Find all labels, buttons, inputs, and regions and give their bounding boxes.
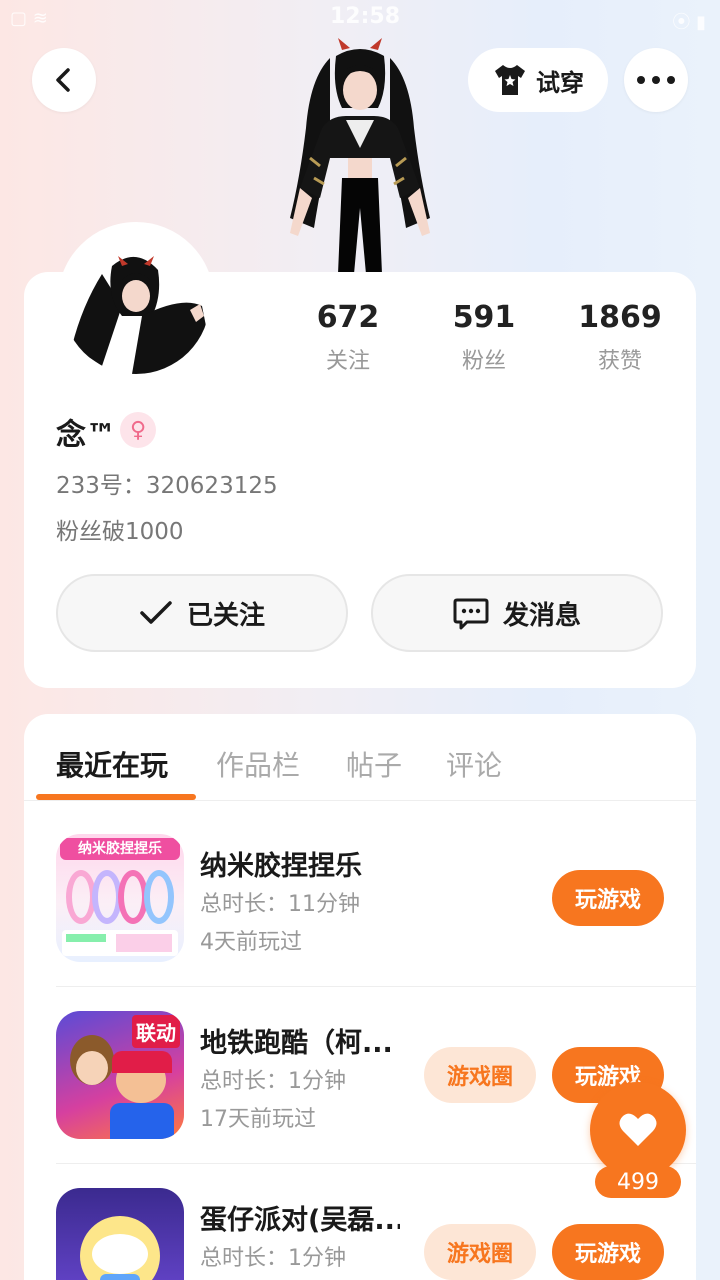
chat-bubble-icon (453, 598, 489, 630)
tab-bar: 最近在玩 作品栏 帖子 评论 (24, 744, 696, 804)
more-dots-icon (637, 76, 675, 84)
tab-posts[interactable]: 帖子 (346, 744, 402, 784)
stat-fans-value: 591 (452, 300, 516, 335)
followed-button[interactable]: 已关注 (56, 574, 348, 652)
game-name: 地铁跑酷（柯... (200, 1028, 393, 1059)
stat-following-label: 关注 (325, 349, 370, 374)
stat-following-value: 672 (316, 300, 380, 335)
game-icon-caption: 联动 (132, 1015, 180, 1048)
row-divider (56, 986, 696, 987)
play-game-button[interactable]: 玩游戏 (552, 870, 664, 926)
signal-battery-icons: ⦿ ▮ (672, 12, 706, 33)
game-icon-subway-surfers: 联动 (56, 1011, 184, 1139)
avatar-image (62, 226, 210, 374)
game-name: 蛋仔派对(吴磊... (200, 1205, 400, 1236)
shirt-icon (495, 65, 525, 95)
game-circle-button[interactable]: 游戏圈 (424, 1047, 536, 1103)
game-icon-eggy-party (56, 1188, 184, 1280)
chevron-left-icon (56, 68, 70, 92)
game-icon-nano-glue: 纳米胶捏捏乐 (56, 834, 184, 962)
send-message-button[interactable]: 发消息 (371, 574, 663, 652)
game-duration: 总时长：1分钟 (200, 1069, 346, 1094)
notification-icons: ▢ ≋ (10, 8, 48, 29)
stat-fans-label: 粉丝 (461, 349, 506, 374)
tab-works[interactable]: 作品栏 (216, 744, 300, 784)
followed-label: 已关注 (186, 600, 265, 631)
back-button[interactable] (32, 48, 96, 112)
like-button[interactable] (590, 1082, 686, 1178)
game-icon-caption: 纳米胶捏捏乐 (60, 838, 180, 860)
female-gender-icon: ♀ (120, 412, 156, 448)
like-count: 499 (595, 1166, 681, 1198)
status-bar: ▢ ≋ 12:58 ⦿ ▮ (0, 0, 720, 40)
tabs-divider (24, 800, 696, 801)
stat-likes-value: 1869 (578, 300, 662, 335)
tab-comments[interactable]: 评论 (446, 744, 502, 784)
tryon-label: 试穿 (536, 68, 584, 97)
row-divider (56, 1163, 696, 1164)
stat-following[interactable]: 672 关注 (288, 300, 408, 375)
stat-likes[interactable]: 1869 获赞 (560, 300, 680, 375)
play-game-button[interactable]: 玩游戏 (552, 1224, 664, 1280)
avatar[interactable] (58, 222, 214, 378)
stat-likes-label: 获赞 (597, 349, 642, 374)
stat-fans[interactable]: 591 粉丝 (424, 300, 544, 375)
avatar-figure-image (290, 38, 430, 274)
username: 念™ (56, 418, 116, 453)
list-item[interactable]: 纳米胶捏捏乐 纳米胶捏捏乐 总时长：11分钟 4天前玩过 玩游戏 (56, 834, 696, 984)
game-last-played: 4天前玩过 (200, 930, 302, 955)
game-last-played: 17天前玩过 (200, 1107, 316, 1132)
user-signature: 粉丝破1000 (56, 519, 184, 545)
game-duration: 总时长：1分钟 (200, 1246, 346, 1271)
tab-recently-played[interactable]: 最近在玩 (56, 744, 168, 784)
game-name: 纳米胶捏捏乐 (200, 851, 362, 882)
user-id: 233号：320623125 (56, 473, 278, 499)
heart-icon (619, 1113, 657, 1146)
tryon-button[interactable]: 试穿 (468, 48, 608, 112)
status-time: 12:58 (330, 4, 401, 29)
content-card: 最近在玩 作品栏 帖子 评论 纳米胶捏捏乐 纳米胶捏捏乐 总时长：11分钟 4天… (24, 714, 696, 1280)
checkmark-icon (140, 601, 172, 624)
game-duration: 总时长：11分钟 (200, 892, 360, 917)
list-item[interactable]: 蛋仔派对(吴磊... 总时长：1分钟 游戏圈 玩游戏 (56, 1188, 696, 1280)
game-circle-button[interactable]: 游戏圈 (424, 1224, 536, 1280)
more-button[interactable] (624, 48, 688, 112)
send-message-label: 发消息 (502, 600, 581, 631)
